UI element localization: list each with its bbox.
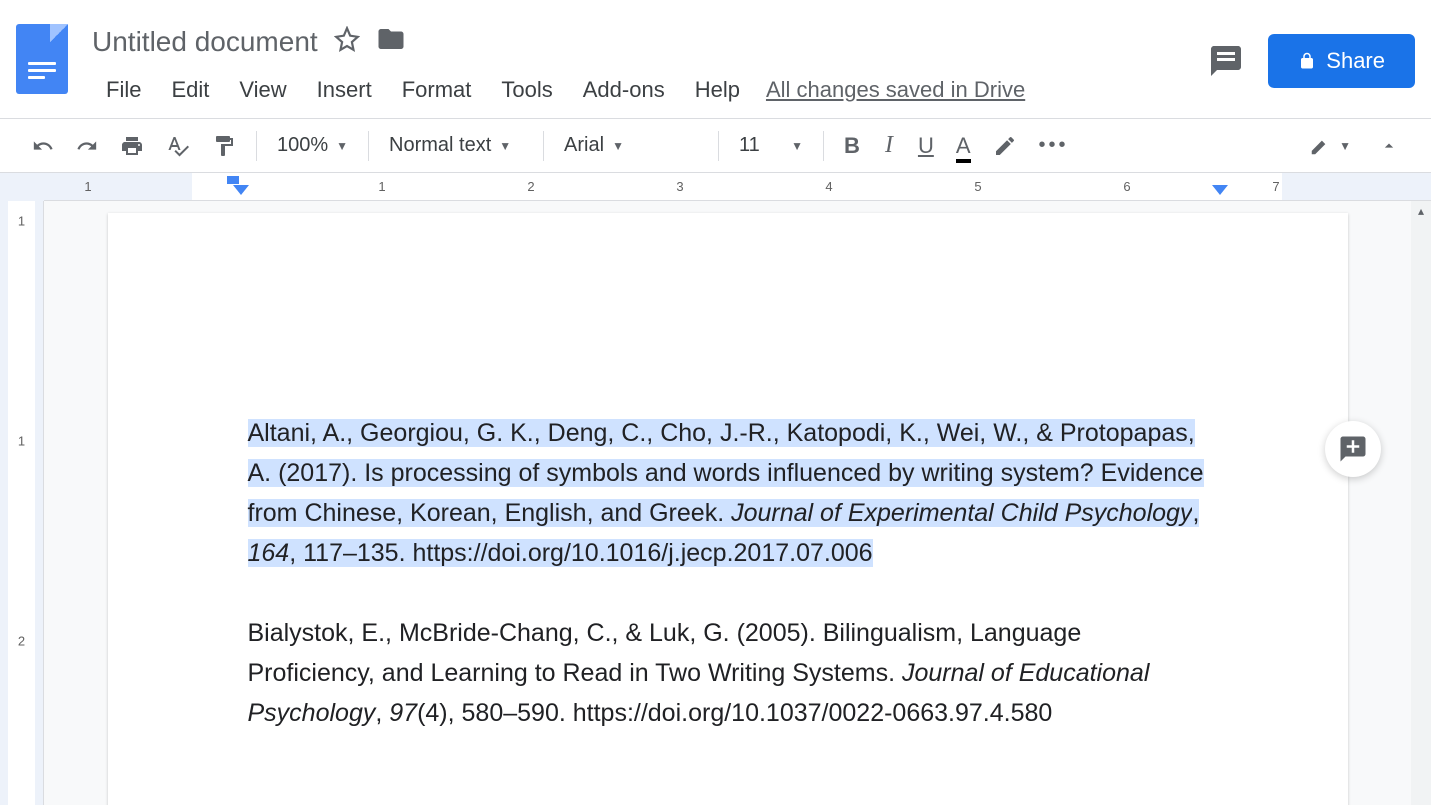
italic-button[interactable]: I	[874, 128, 904, 164]
chevron-down-icon: ▼	[336, 139, 348, 153]
ruler-tick: 1	[18, 434, 25, 449]
editing-mode-dropdown[interactable]: ▼	[1301, 131, 1359, 161]
ruler-tick: 4	[825, 179, 832, 194]
ruler-tick: 5	[974, 179, 981, 194]
more-button[interactable]: •••	[1031, 128, 1077, 164]
vertical-scrollbar[interactable]: ▴	[1411, 201, 1431, 805]
ruler-tick: 2	[527, 179, 534, 194]
menu-addons[interactable]: Add-ons	[569, 73, 679, 107]
chevron-down-icon: ▼	[791, 139, 803, 153]
ruler-tick: 3	[676, 179, 683, 194]
document-canvas[interactable]: Altani, A., Georgiou, G. K., Deng, C., C…	[44, 201, 1411, 805]
pencil-icon	[1309, 135, 1331, 157]
font-dropdown[interactable]: Arial ▼	[556, 130, 706, 161]
highlight-button[interactable]	[985, 128, 1025, 164]
ruler-tick: 7	[1272, 179, 1279, 194]
bold-button[interactable]: B	[836, 128, 868, 164]
paragraph[interactable]: Altani, A., Georgiou, G. K., Deng, C., C…	[248, 413, 1208, 573]
ruler-tick: 2	[18, 634, 25, 649]
lock-icon	[1298, 52, 1316, 70]
comments-icon[interactable]	[1208, 43, 1244, 79]
right-margin-marker[interactable]	[1212, 185, 1228, 195]
toolbar: 100% ▼ Normal text ▼ Arial ▼ 11 ▼ B I U …	[0, 119, 1431, 173]
redo-button[interactable]	[68, 128, 106, 164]
ruler-tick: 1	[84, 179, 91, 194]
menu-format[interactable]: Format	[388, 73, 486, 107]
paragraph[interactable]: Bialystok, E., McBride-Chang, C., & Luk,…	[248, 613, 1208, 733]
page[interactable]: Altani, A., Georgiou, G. K., Deng, C., C…	[108, 213, 1348, 805]
add-comment-button[interactable]	[1325, 421, 1381, 477]
collapse-toolbar-button[interactable]	[1371, 128, 1407, 164]
menu-edit[interactable]: Edit	[157, 73, 223, 107]
ruler-tick: 1	[18, 214, 25, 229]
paint-format-button[interactable]	[204, 128, 244, 164]
menu-tools[interactable]: Tools	[487, 73, 566, 107]
left-margin-marker[interactable]	[233, 185, 249, 195]
menu-bar: File Edit View Insert Format Tools Add-o…	[92, 73, 1208, 107]
scroll-up-button[interactable]: ▴	[1411, 201, 1431, 221]
undo-button[interactable]	[24, 128, 62, 164]
document-body[interactable]: Altani, A., Georgiou, G. K., Deng, C., C…	[248, 413, 1208, 733]
document-title[interactable]: Untitled document	[92, 26, 318, 58]
style-dropdown[interactable]: Normal text ▼	[381, 130, 531, 161]
text-color-button[interactable]: A	[948, 128, 979, 164]
ruler-tick: 1	[378, 179, 385, 194]
print-button[interactable]	[112, 128, 152, 164]
horizontal-ruler[interactable]: 1 1 2 3 4 5 6 7	[0, 173, 1431, 201]
menu-view[interactable]: View	[225, 73, 300, 107]
fontsize-dropdown[interactable]: 11 ▼	[731, 130, 811, 161]
chevron-down-icon: ▼	[1339, 139, 1351, 153]
chevron-down-icon: ▼	[499, 139, 511, 153]
star-icon[interactable]	[334, 26, 360, 57]
spellcheck-button[interactable]	[158, 128, 198, 164]
menu-help[interactable]: Help	[681, 73, 754, 107]
folder-icon[interactable]	[376, 24, 406, 59]
menu-file[interactable]: File	[92, 73, 155, 107]
share-button[interactable]: Share	[1268, 34, 1415, 88]
header-bar: Untitled document File Edit View Insert …	[0, 0, 1431, 118]
zoom-dropdown[interactable]: 100% ▼	[269, 130, 356, 161]
save-status[interactable]: All changes saved in Drive	[766, 77, 1025, 103]
chevron-down-icon: ▼	[612, 139, 624, 153]
docs-logo[interactable]	[16, 24, 68, 94]
menu-insert[interactable]: Insert	[303, 73, 386, 107]
vertical-ruler[interactable]: 1 1 2	[0, 201, 44, 805]
underline-button[interactable]: U	[910, 128, 942, 164]
share-label: Share	[1326, 48, 1385, 74]
ruler-tick: 6	[1123, 179, 1130, 194]
